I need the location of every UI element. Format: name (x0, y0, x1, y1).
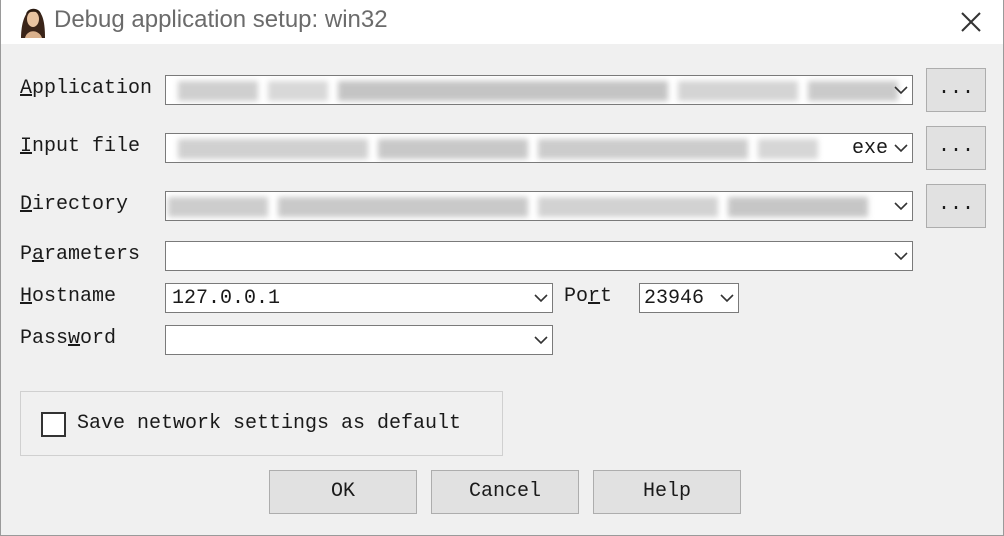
chevron-down-icon[interactable] (892, 199, 910, 213)
chevron-down-icon[interactable] (892, 83, 910, 97)
hostname-value: 127.0.0.1 (172, 287, 281, 310)
input-file-combo[interactable]: exe (165, 133, 913, 163)
directory-combo[interactable] (165, 191, 913, 221)
parameters-label: Parameters (20, 243, 141, 266)
save-network-checkbox[interactable] (41, 412, 66, 437)
port-value: 23946 (644, 287, 705, 310)
application-label: Application (20, 77, 153, 100)
directory-label: Directory (20, 193, 129, 216)
title-bar: Debug application setup: win32 (1, 0, 1003, 44)
hostname-label: Hostname (20, 285, 117, 308)
chevron-down-icon[interactable] (532, 333, 550, 347)
port-combo[interactable]: 23946 (639, 283, 739, 313)
hostname-combo[interactable]: 127.0.0.1 (165, 283, 553, 313)
chevron-down-icon[interactable] (718, 291, 736, 305)
debug-setup-dialog: Debug application setup: win32 Applicati… (0, 0, 1004, 536)
port-label: Port (564, 285, 613, 308)
application-value-redacted (168, 78, 898, 102)
input-file-label: Input file (20, 135, 141, 158)
close-icon[interactable] (953, 4, 989, 40)
input-file-browse-button[interactable]: ... (926, 126, 986, 170)
portrait-icon (15, 4, 49, 38)
chevron-down-icon[interactable] (532, 291, 550, 305)
chevron-down-icon[interactable] (892, 141, 910, 155)
help-button[interactable]: Help (593, 470, 741, 514)
application-combo[interactable] (165, 75, 913, 105)
ok-button[interactable]: OK (269, 470, 417, 514)
password-combo[interactable] (165, 325, 553, 355)
application-browse-button[interactable]: ... (926, 68, 986, 112)
input-file-value-redacted (168, 136, 842, 160)
save-network-label[interactable]: Save network settings as default (77, 412, 461, 435)
chevron-down-icon[interactable] (892, 249, 910, 263)
directory-browse-button[interactable]: ... (926, 184, 986, 228)
parameters-combo[interactable] (165, 241, 913, 271)
password-label: Password (20, 327, 117, 350)
input-file-value-tail: exe (851, 137, 888, 160)
cancel-button[interactable]: Cancel (431, 470, 579, 514)
window-title: Debug application setup: win32 (54, 6, 388, 33)
directory-value-redacted (168, 194, 888, 218)
network-settings-group: Save network settings as default (20, 391, 503, 456)
